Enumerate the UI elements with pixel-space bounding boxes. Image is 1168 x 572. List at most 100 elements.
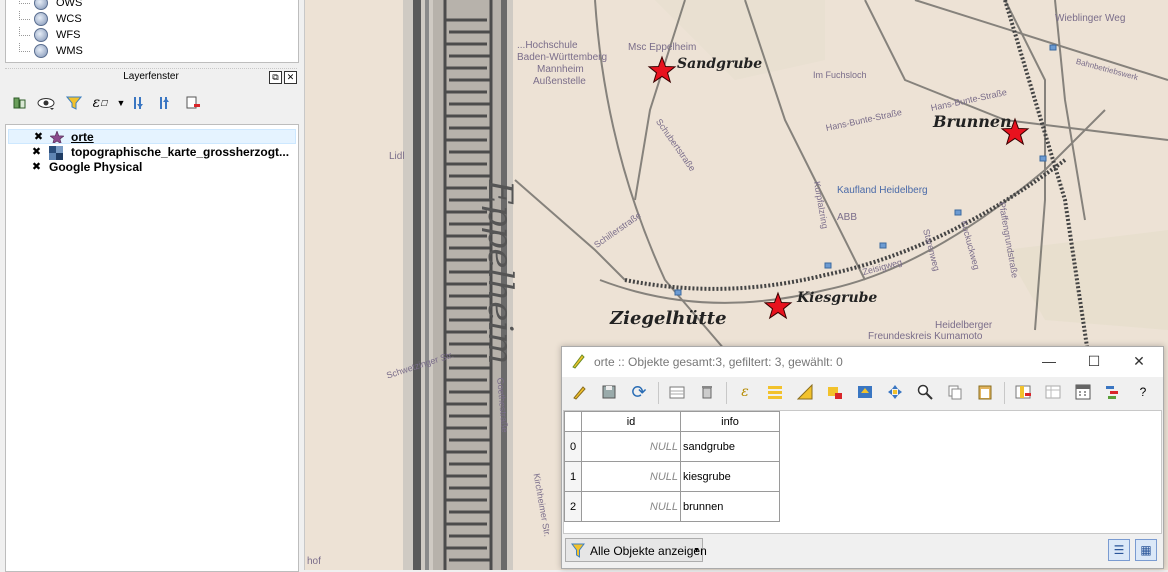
table-view-button[interactable]: ▦	[1135, 539, 1157, 561]
conditional-formatting-icon[interactable]	[1102, 381, 1124, 403]
browser-item-label: WCS	[56, 13, 82, 25]
copy-rows-icon[interactable]	[944, 381, 966, 403]
add-feature-icon[interactable]	[666, 381, 688, 403]
historic-label: Brunnen	[933, 112, 1012, 131]
map-label: Mannheim	[537, 64, 584, 75]
browser-item-wfs[interactable]: WFS	[6, 27, 296, 43]
browser-item-wms[interactable]: WMS	[6, 43, 296, 59]
historic-label: Kiesgrube	[797, 290, 878, 306]
expression-filter-icon[interactable]: ε ☐	[90, 92, 110, 114]
field-calculator-icon[interactable]	[1072, 381, 1094, 403]
deselect-all-icon[interactable]	[824, 381, 846, 403]
chevron-down-icon[interactable]: ▼	[111, 92, 131, 114]
map-label: Lidl	[389, 151, 405, 162]
zoom-to-selection-icon[interactable]	[914, 381, 936, 403]
globe-icon	[34, 0, 48, 10]
layer-toolbar: ε ☐ ▼	[8, 92, 298, 116]
column-header-info[interactable]: info	[680, 411, 780, 432]
layer-item-google-physical[interactable]: ✖ Google Physical	[6, 160, 296, 175]
map-label: Im Fuchsloch	[813, 70, 867, 80]
window-title: orte :: Objekte gesamt:3, gefiltert: 3, …	[594, 355, 843, 369]
globe-icon	[34, 44, 48, 58]
attribute-table: id info 0 NULL sandgrube 1 NULL kiesgrub…	[563, 410, 1162, 534]
historic-label: Sandgrube	[677, 56, 763, 72]
table-row[interactable]: 1 NULL kiesgrube	[564, 461, 780, 492]
pencil-icon	[570, 352, 586, 373]
eye-icon[interactable]	[36, 92, 56, 114]
row-number[interactable]: 1	[564, 461, 582, 492]
globe-icon	[34, 12, 48, 26]
invert-selection-icon[interactable]	[794, 381, 816, 403]
window-titlebar[interactable]: orte :: Objekte gesamt:3, gefiltert: 3, …	[562, 347, 1163, 377]
chevron-down-icon: ▼	[693, 547, 700, 554]
filter-icon[interactable]	[64, 92, 84, 114]
paste-features-icon[interactable]	[974, 381, 996, 403]
layer-name: orte	[71, 130, 94, 144]
remove-layer-icon[interactable]	[183, 92, 203, 114]
map-label: Heidelberger	[935, 320, 993, 331]
cell-info[interactable]: sandgrube	[680, 431, 780, 462]
layer-panel-title: Layerfenster	[5, 68, 297, 86]
select-all-icon[interactable]	[764, 381, 786, 403]
layer-name: Google Physical	[49, 160, 143, 174]
browser-item-wcs[interactable]: WCS	[6, 11, 296, 27]
layer-checkbox[interactable]: ✖	[31, 162, 42, 173]
star-point-icon	[49, 130, 65, 143]
new-field-icon[interactable]	[1042, 381, 1064, 403]
attribute-toolbar: ⟳ ε ?	[566, 378, 1159, 408]
browser-item-ows[interactable]: OWS	[6, 0, 296, 11]
row-number[interactable]: 0	[564, 431, 582, 462]
form-view-button[interactable]: ☰	[1108, 539, 1130, 561]
map-label: ...Hochschule	[517, 40, 578, 51]
pan-to-selection-icon[interactable]	[884, 381, 906, 403]
layer-name: topographische_karte_grossherzogt...	[71, 145, 290, 159]
raster-icon	[49, 146, 63, 160]
table-row[interactable]: 2 NULL brunnen	[564, 491, 780, 522]
move-selection-top-icon[interactable]	[854, 381, 876, 403]
filter-icon	[571, 543, 585, 567]
maximize-button[interactable]: ☐	[1079, 351, 1109, 371]
reload-icon[interactable]: ⟳	[628, 381, 650, 403]
layer-list: ✖ orte ✖ topographische_karte_grossherzo…	[5, 124, 299, 572]
cell-id[interactable]: NULL	[581, 431, 681, 462]
map-label: Wieblinger Weg	[1055, 13, 1126, 24]
show-all-features-button[interactable]: Alle Objekte anzeigen ▼	[565, 538, 707, 562]
column-header-id[interactable]: id	[581, 411, 681, 432]
layer-panel-title-text: Layerfenster	[123, 71, 179, 82]
float-panel-button[interactable]: ⧉	[269, 71, 282, 84]
corner-header[interactable]	[564, 411, 582, 432]
save-edits-icon[interactable]	[598, 381, 620, 403]
table-row[interactable]: 0 NULL sandgrube	[564, 431, 780, 462]
layer-checkbox[interactable]: ✖	[33, 132, 44, 143]
delete-field-icon[interactable]	[1012, 381, 1034, 403]
expand-all-icon[interactable]	[130, 92, 150, 114]
globe-icon	[34, 28, 48, 42]
map-label: Msc Eppelheim	[628, 42, 697, 53]
layer-item-orte[interactable]: ✖ orte	[8, 129, 296, 144]
open-layer-styling-icon[interactable]	[10, 92, 30, 114]
filter-button-label: Alle Objekte anzeigen	[590, 544, 707, 558]
historic-label: Eppelheim	[480, 180, 520, 365]
browser-item-label: OWS	[56, 0, 83, 9]
map-label: Kaufland Heidelberg	[837, 185, 928, 196]
layer-checkbox[interactable]: ✖	[31, 147, 42, 158]
minimize-button[interactable]: —	[1034, 351, 1064, 371]
collapse-all-icon[interactable]	[156, 92, 176, 114]
layer-item-topographische-karte[interactable]: ✖ topographische_karte_grossherzogt...	[6, 145, 296, 160]
toggle-editing-icon[interactable]	[568, 381, 590, 403]
map-label: Baden-Württemberg	[517, 52, 608, 63]
left-panel: OWS WCS WFS WMS Layerfenster ⧉ ✕ ε ☐ ▼ ✖…	[0, 0, 305, 572]
select-by-expression-icon[interactable]: ε	[734, 381, 756, 403]
cell-info[interactable]: kiesgrube	[680, 461, 780, 492]
cell-id[interactable]: NULL	[581, 491, 681, 522]
map-label: ABB	[837, 212, 858, 223]
help-button[interactable]: ?	[1132, 381, 1154, 403]
attribute-grid: id info 0 NULL sandgrube 1 NULL kiesgrub…	[564, 411, 780, 522]
close-button[interactable]: ✕	[1124, 351, 1154, 371]
cell-id[interactable]: NULL	[581, 461, 681, 492]
delete-feature-icon[interactable]	[696, 381, 718, 403]
close-panel-button[interactable]: ✕	[284, 71, 297, 84]
browser-item-label: WMS	[56, 45, 83, 57]
cell-info[interactable]: brunnen	[680, 491, 780, 522]
row-number[interactable]: 2	[564, 491, 582, 522]
